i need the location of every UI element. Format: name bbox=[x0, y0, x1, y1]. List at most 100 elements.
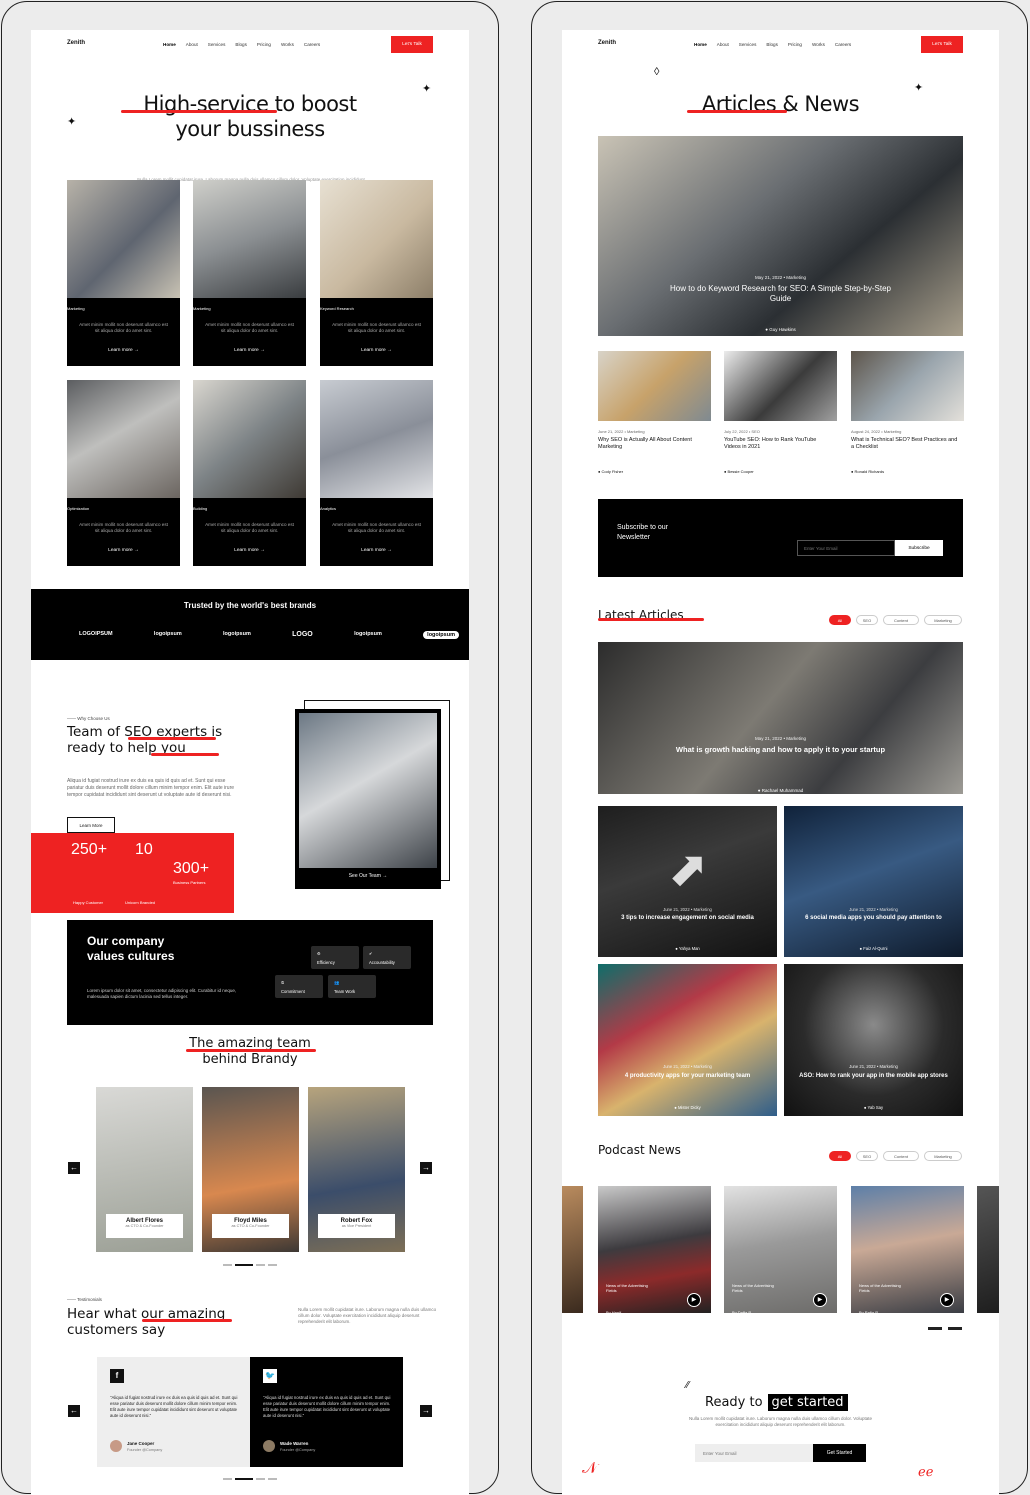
article-card[interactable]: June 21, 2022 • Marketing Why SEO is Act… bbox=[598, 351, 711, 481]
testimonial-role: Founder @Company bbox=[280, 1448, 316, 1452]
article-title: What is Technical SEO? Best Practices an… bbox=[851, 437, 958, 450]
nav-about[interactable]: About bbox=[186, 42, 198, 47]
service-card[interactable]: Analytics Amet minim mollit non deserunt … bbox=[320, 380, 433, 566]
nav-pricing[interactable]: Pricing bbox=[788, 42, 802, 47]
service-card[interactable]: Keyword Research Amet minim mollit non de… bbox=[320, 180, 433, 366]
team-member-card[interactable]: Robert Fox as Vice President bbox=[308, 1087, 405, 1252]
value-chip: ⏲ Commitment bbox=[275, 975, 323, 998]
nav-services[interactable]: Services bbox=[208, 42, 226, 47]
learn-more-link[interactable]: Learn more → bbox=[67, 348, 180, 353]
carousel-dot[interactable] bbox=[948, 1327, 962, 1330]
carousel-dot[interactable] bbox=[928, 1327, 942, 1330]
carousel-dot[interactable] bbox=[256, 1264, 265, 1266]
filter-marketing[interactable]: Marketing bbox=[924, 1151, 962, 1161]
testimonial-next-button[interactable]: → bbox=[420, 1405, 432, 1417]
team-member-card[interactable]: Floyd Miles as CTO & Co-Founder bbox=[202, 1087, 299, 1252]
carousel-prev-button[interactable]: ← bbox=[68, 1162, 80, 1174]
carousel-dot[interactable] bbox=[268, 1264, 277, 1266]
service-card[interactable]: Building Amet minim mollit non deserunt u… bbox=[193, 380, 306, 566]
carousel-dot[interactable] bbox=[223, 1478, 232, 1480]
service-text: Amet minim mollit non deserunt ullamco e… bbox=[79, 522, 168, 533]
filter-all[interactable]: All bbox=[829, 615, 851, 625]
nav-home[interactable]: Home bbox=[163, 42, 176, 47]
podcast-card[interactable]: News of the Advertising Fields ▶ By Daff… bbox=[724, 1186, 837, 1315]
service-category: Keyword Research bbox=[320, 306, 354, 311]
team-title: The amazing team behind Brandy bbox=[189, 1036, 311, 1067]
article-author: ● Yab Say bbox=[863, 1105, 884, 1110]
nav-careers[interactable]: Careers bbox=[835, 42, 851, 47]
lets-talk-button[interactable]: Let's Talk bbox=[391, 36, 433, 53]
team-photo-card: See Our Team → bbox=[295, 709, 441, 889]
filter-content[interactable]: Content bbox=[883, 1151, 919, 1161]
play-icon[interactable]: ▶ bbox=[687, 1293, 701, 1307]
latest-article-card[interactable]: June 21, 2022 • Marketing 6 social media… bbox=[784, 806, 963, 957]
carousel-dot[interactable] bbox=[256, 1478, 265, 1480]
carousel-dot[interactable] bbox=[235, 1478, 253, 1480]
hero-underline bbox=[121, 110, 277, 113]
latest-article-card[interactable]: June 21, 2022 • Marketing 4 productivity… bbox=[598, 964, 777, 1116]
carousel-dot[interactable] bbox=[235, 1264, 253, 1266]
see-our-team-link[interactable]: See Our Team → bbox=[295, 873, 441, 879]
filter-seo[interactable]: SEO bbox=[856, 1151, 878, 1161]
article-card[interactable]: August 24, 2022 • Marketing What is Tech… bbox=[851, 351, 964, 481]
newsletter-email-input[interactable] bbox=[797, 540, 895, 556]
carousel-dot[interactable] bbox=[223, 1264, 232, 1266]
nav-blogs[interactable]: Blogs bbox=[235, 42, 247, 47]
articles-title: Articles & News bbox=[701, 92, 860, 116]
filter-content[interactable]: Content bbox=[883, 615, 919, 625]
team-member-card[interactable]: Albert Flores as CTO & Co-Founder bbox=[96, 1087, 193, 1252]
service-card[interactable]: Optimization Amet minim mollit non deseru… bbox=[67, 380, 180, 566]
podcast-card-partial bbox=[562, 1186, 583, 1313]
service-card[interactable]: Marketing Amet minim mollit non deserunt … bbox=[193, 180, 306, 366]
nav-careers[interactable]: Careers bbox=[304, 42, 320, 47]
article-meta: June 21, 2022 • Marketing bbox=[663, 1064, 712, 1069]
hero-title-rest: to boost bbox=[268, 92, 357, 116]
podcast-card[interactable]: News of the Advertising Fields ▶ By Rafi… bbox=[851, 1186, 964, 1315]
featured-article[interactable]: May 21, 2022 • Marketing How to do Keywo… bbox=[598, 136, 963, 336]
nav-pricing[interactable]: Pricing bbox=[257, 42, 271, 47]
service-image bbox=[67, 180, 180, 298]
service-category: Marketing bbox=[67, 306, 85, 311]
carousel-dot[interactable] bbox=[268, 1478, 277, 1480]
nav-blogs[interactable]: Blogs bbox=[766, 42, 778, 47]
filter-all[interactable]: All bbox=[829, 1151, 851, 1161]
learn-more-link[interactable]: Learn more → bbox=[67, 548, 180, 553]
learn-more-link[interactable]: Learn more → bbox=[193, 548, 306, 553]
subscribe-button[interactable]: Subscribe bbox=[895, 540, 943, 556]
latest-featured-article[interactable]: May 21, 2022 • Marketing What is growth … bbox=[598, 642, 963, 794]
logo[interactable]: Zenith bbox=[67, 40, 85, 46]
value-chip: ⚙ Efficiency bbox=[311, 946, 359, 969]
filter-marketing[interactable]: Marketing bbox=[924, 615, 962, 625]
nav-works[interactable]: Works bbox=[812, 42, 825, 47]
nav-services[interactable]: Services bbox=[739, 42, 757, 47]
cta-email-input[interactable] bbox=[695, 1444, 813, 1462]
learn-more-link[interactable]: Learn more → bbox=[320, 548, 433, 553]
article-title: YouTube SEO: How to Rank YouTube Videos … bbox=[724, 437, 817, 450]
lets-talk-button[interactable]: Let's Talk bbox=[921, 36, 963, 53]
latest-article-card[interactable]: June 21, 2022 • Marketing ASO: How to ra… bbox=[784, 964, 963, 1116]
learn-more-link[interactable]: Learn more → bbox=[320, 348, 433, 353]
learn-more-link[interactable]: Learn more → bbox=[193, 348, 306, 353]
nav-about[interactable]: About bbox=[717, 42, 729, 47]
latest-article-card[interactable]: ⬈ June 21, 2022 • Marketing 3 tips to in… bbox=[598, 806, 777, 957]
get-started-button[interactable]: Get Started bbox=[813, 1444, 866, 1462]
service-text: Amet minim mollit non deserunt ullamco e… bbox=[79, 322, 168, 333]
service-card[interactable]: Marketing Amet minim mollit non deserunt … bbox=[67, 180, 180, 366]
newsletter-section: Subscribe to ourNewsletter Subscribe bbox=[598, 499, 963, 577]
values-section: Our company values cultures Lorem ipsum d… bbox=[67, 920, 433, 1025]
stat-label: Happy Customer bbox=[73, 900, 104, 905]
play-icon[interactable]: ▶ bbox=[940, 1293, 954, 1307]
nav-home[interactable]: Home bbox=[694, 42, 707, 47]
nav-works[interactable]: Works bbox=[281, 42, 294, 47]
carousel-next-button[interactable]: → bbox=[420, 1162, 432, 1174]
filter-seo[interactable]: SEO bbox=[856, 615, 878, 625]
article-title: How to do Keyword Research for SEO: A Si… bbox=[670, 284, 891, 303]
learn-more-button[interactable]: Learn More bbox=[67, 817, 115, 833]
stat-value: 10 bbox=[135, 841, 153, 858]
article-card[interactable]: July 22, 2022 • SEO YouTube SEO: How to … bbox=[724, 351, 837, 481]
podcast-card[interactable]: News of the Advertising Fields ▶ By Hani… bbox=[598, 1186, 711, 1315]
play-icon[interactable]: ▶ bbox=[813, 1293, 827, 1307]
logo[interactable]: Zenith bbox=[598, 40, 616, 46]
service-text: Amet minim mollit non deserunt ullamco e… bbox=[205, 322, 294, 333]
testimonial-prev-button[interactable]: ← bbox=[68, 1405, 80, 1417]
